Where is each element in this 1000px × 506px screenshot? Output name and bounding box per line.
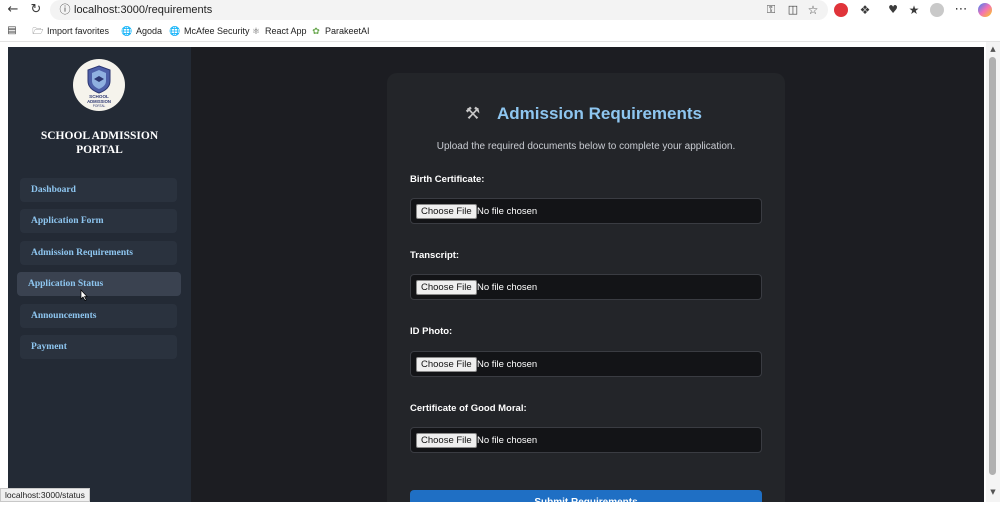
favorites-icon[interactable]: ★ (906, 2, 922, 18)
sidebar-item-dashboard[interactable]: Dashboard (20, 178, 177, 202)
requirements-card: ⚒ Admission Requirements Upload the requ… (387, 73, 785, 502)
birth-certificate-file-input[interactable]: Choose File No file chosen (410, 198, 762, 224)
page-scrollbar[interactable]: ▲ ▼ (986, 42, 1000, 502)
favorites-bar: ▤ 🗁 Import favorites 🌐 Agoda 🌐 McAfee Secur… (0, 20, 1000, 42)
scroll-up-icon[interactable]: ▲ (986, 44, 1000, 54)
adblock-icon[interactable] (834, 3, 848, 17)
favorite-agoda[interactable]: 🌐 Agoda (121, 23, 162, 39)
star-icon[interactable]: ☆ (805, 2, 821, 18)
favorite-import[interactable]: 🗁 Import favorites (32, 23, 109, 39)
good-moral-file-input[interactable]: Choose File No file chosen (410, 427, 762, 453)
parakeet-icon: ✿ (312, 26, 320, 36)
react-icon: ⚛ (251, 26, 261, 36)
file-status-text: No file chosen (477, 206, 538, 217)
sidebar-item-application-status[interactable]: Application Status (17, 272, 181, 296)
sidebar: SCHOOL ADMISSION PORTAL SCHOOL ADMISSION… (8, 47, 191, 502)
favorite-label: Agoda (136, 26, 163, 36)
submit-requirements-button[interactable]: Submit Requirements (410, 490, 762, 502)
school-logo: SCHOOL ADMISSION PORTAL (73, 59, 125, 111)
id-photo-label: ID Photo: (410, 326, 453, 337)
more-icon[interactable]: ⋯ (953, 2, 969, 18)
mouse-cursor-icon (80, 289, 88, 301)
file-status-text: No file chosen (477, 435, 538, 446)
page-subtitle: Upload the required documents below to c… (436, 141, 736, 152)
extensions-icon[interactable]: ❖ (857, 2, 873, 18)
copilot-icon[interactable] (978, 3, 992, 17)
file-status-text: No file chosen (477, 359, 538, 370)
sidebar-item-announcements[interactable]: Announcements (20, 304, 177, 328)
favorite-label: React App (265, 26, 307, 36)
choose-file-button[interactable]: Choose File (416, 433, 477, 448)
browser-toolbar: ← ↻ ⓘ localhost:3000/requirements ⚿ ◫ ☆ … (0, 0, 1000, 20)
portal-title: SCHOOL ADMISSION PORTAL (40, 130, 159, 156)
folder-import-icon: 🗁 (32, 26, 44, 36)
favorite-label: McAfee Security (184, 26, 250, 36)
birth-certificate-label: Birth Certificate: (410, 174, 485, 185)
id-photo-file-input[interactable]: Choose File No file chosen (410, 351, 762, 377)
file-status-text: No file chosen (477, 282, 538, 293)
transcript-label: Transcript: (410, 250, 460, 261)
favorite-label: Import favorites (47, 26, 110, 36)
split-screen-icon[interactable]: ◫ (785, 2, 801, 18)
tools-icon: ⚒ (465, 104, 481, 124)
svg-text:PORTAL: PORTAL (93, 104, 106, 108)
refresh-icon[interactable]: ↻ (28, 2, 44, 18)
globe-icon: 🌐 (121, 26, 133, 36)
favorite-react-app[interactable]: ⚛ React App (250, 23, 307, 39)
browser-window: ← ↻ ⓘ localhost:3000/requirements ⚿ ◫ ☆ … (0, 0, 1000, 506)
browser-essentials-icon[interactable]: ♥ (885, 2, 901, 18)
sidebar-item-admission-requirements[interactable]: Admission Requirements (20, 241, 177, 265)
bottom-edge (0, 502, 1000, 506)
back-arrow-icon[interactable]: ← (5, 2, 21, 18)
scroll-down-icon[interactable]: ▼ (986, 487, 1000, 497)
favorite-label: ParakeetAI (325, 26, 370, 36)
choose-file-button[interactable]: Choose File (416, 357, 477, 372)
page-title: Admission Requirements (497, 104, 702, 123)
profile-avatar-icon[interactable] (930, 3, 944, 17)
scrollbar-thumb[interactable] (989, 57, 996, 475)
favorite-parakeet[interactable]: ✿ ParakeetAI (310, 23, 370, 39)
page-viewport: SCHOOL ADMISSION PORTAL SCHOOL ADMISSION… (8, 47, 984, 502)
info-icon[interactable]: ⓘ (57, 2, 73, 18)
choose-file-button[interactable]: Choose File (416, 204, 477, 219)
transcript-file-input[interactable]: Choose File No file chosen (410, 274, 762, 300)
favorite-mcafee[interactable]: 🌐 McAfee Security (169, 23, 250, 39)
choose-file-button[interactable]: Choose File (416, 280, 477, 295)
globe-icon: 🌐 (169, 26, 181, 36)
key-icon[interactable]: ⚿ (763, 2, 779, 18)
sidebar-item-application-form[interactable]: Application Form (20, 209, 177, 233)
sidebar-item-payment[interactable]: Payment (20, 335, 177, 359)
url-text[interactable]: localhost:3000/requirements (74, 2, 212, 18)
status-bar-url: localhost:3000/status (0, 488, 90, 502)
tab-actions-icon[interactable]: ▤ (4, 23, 20, 39)
good-moral-label: Certificate of Good Moral: (410, 403, 527, 414)
